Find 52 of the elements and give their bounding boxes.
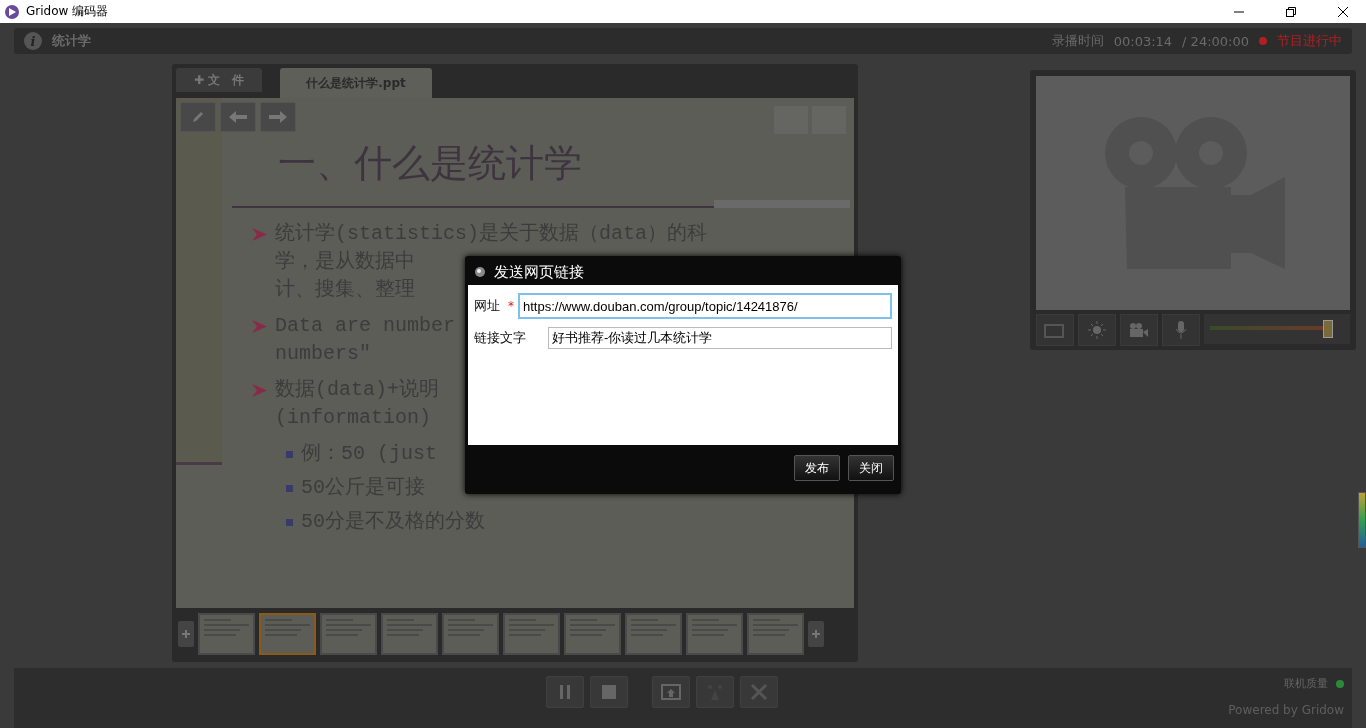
slide-thumbnail[interactable] bbox=[320, 613, 377, 655]
text-input[interactable]: https://www.douban.com/group/topic/14241876/ bbox=[518, 293, 892, 319]
slide-thumbnail[interactable] bbox=[503, 613, 560, 655]
elapsed-time: 00:03:14 bbox=[1113, 33, 1173, 49]
dialog-button[interactable]: 发布 bbox=[794, 455, 840, 481]
restore-icon[interactable] bbox=[1286, 6, 1296, 17]
prev-button[interactable] bbox=[178, 621, 194, 647]
status-dot bbox=[1259, 37, 1267, 45]
stop-icon[interactable] bbox=[590, 676, 628, 708]
pause-icon[interactable] bbox=[546, 676, 584, 708]
field-label: 网址 bbox=[474, 297, 501, 315]
pencil-icon[interactable] bbox=[180, 102, 216, 132]
slide-thumbnail[interactable] bbox=[564, 613, 621, 655]
dialog-title: 发送网页链接 bbox=[494, 262, 584, 282]
next-button[interactable] bbox=[808, 621, 824, 647]
arrow-bullet-icon bbox=[252, 384, 267, 397]
square-bullet-icon bbox=[286, 519, 293, 526]
microphone-icon[interactable] bbox=[1162, 314, 1200, 346]
required-mark: * bbox=[508, 299, 515, 313]
plus-icon bbox=[182, 630, 190, 638]
dialog-button[interactable]: 关闭 bbox=[848, 455, 894, 481]
slide-thumbnail[interactable] bbox=[625, 613, 682, 655]
slide-thumbnail[interactable] bbox=[442, 613, 499, 655]
app-logo-icon bbox=[4, 3, 20, 20]
volume-slider[interactable] bbox=[1204, 314, 1350, 344]
slide-thumbnail[interactable] bbox=[747, 613, 804, 655]
plus-icon bbox=[812, 630, 820, 638]
dialog-bullet-icon bbox=[474, 266, 486, 278]
screen-icon[interactable] bbox=[1036, 314, 1074, 346]
window-title: Gridow 编码器 bbox=[26, 3, 110, 20]
text-input[interactable]: 好书推荐-你读过几本统计学 bbox=[548, 327, 892, 349]
tools-icon[interactable] bbox=[740, 676, 778, 708]
square-bullet-icon bbox=[286, 485, 293, 492]
camera-icon[interactable] bbox=[1120, 314, 1158, 346]
arrow-bullet-icon bbox=[252, 228, 267, 241]
arrow-bullet-icon bbox=[252, 320, 267, 333]
level-meter bbox=[1358, 492, 1366, 548]
record-label: 录播时间 bbox=[1051, 32, 1104, 50]
upload-window-icon[interactable] bbox=[652, 676, 690, 708]
status-text: 节目进行中 bbox=[1277, 32, 1342, 50]
quality-dot bbox=[1336, 679, 1344, 688]
program-name: 统计学 bbox=[52, 32, 92, 50]
slide-thumbnail[interactable] bbox=[381, 613, 438, 655]
close-icon[interactable] bbox=[1338, 6, 1348, 17]
slide-thumbnail[interactable] bbox=[198, 613, 255, 655]
field-label: 链接文字 bbox=[474, 329, 527, 347]
volume-thumb[interactable] bbox=[1322, 320, 1333, 338]
square-bullet-icon bbox=[286, 451, 293, 458]
slide-thumbnail[interactable] bbox=[259, 613, 316, 655]
slide-thumbnail[interactable] bbox=[686, 613, 743, 655]
brightness-icon[interactable] bbox=[1078, 314, 1116, 346]
total-time: / 24:00:00 bbox=[1182, 33, 1249, 49]
